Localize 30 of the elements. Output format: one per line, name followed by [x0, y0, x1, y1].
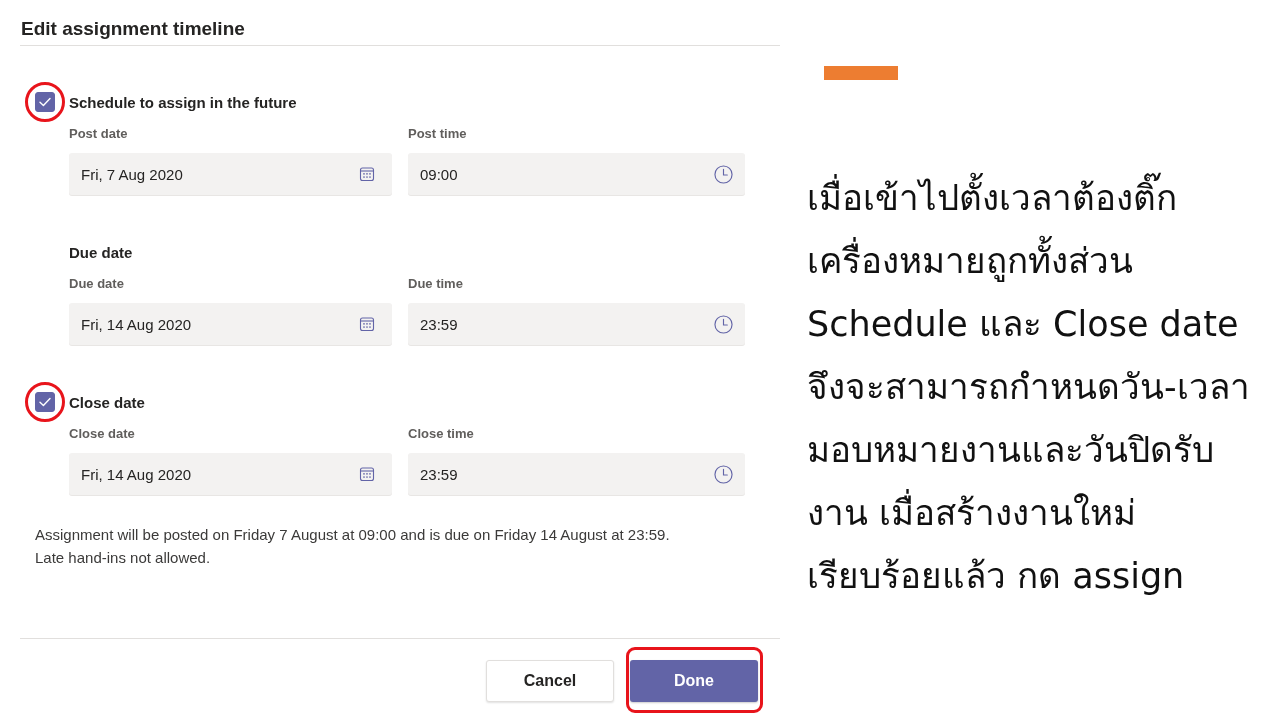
calendar-icon: [359, 316, 375, 332]
field-label: Close date: [69, 426, 135, 442]
field-label: Post time: [408, 126, 467, 142]
field-label: Post date: [69, 126, 128, 142]
field-label: Due date: [69, 276, 124, 292]
checkbox[interactable]: [35, 92, 55, 112]
checkbox-label: Schedule to assign in the future: [69, 93, 297, 111]
time-field[interactable]: 23:59: [408, 453, 745, 495]
button[interactable]: Cancel: [486, 660, 614, 702]
date-field[interactable]: Fri, 14 Aug 2020: [69, 453, 392, 495]
button[interactable]: Done: [630, 660, 758, 702]
date-field[interactable]: Fri, 14 Aug 2020: [69, 303, 392, 345]
date-field[interactable]: Fri, 7 Aug 2020: [69, 153, 392, 195]
calendar-icon: [359, 166, 375, 182]
checkbox-label: Close date: [69, 393, 145, 411]
field-label: Close time: [408, 426, 474, 442]
clock-icon: [714, 314, 733, 334]
dialog-title: Edit assignment timeline: [20, 17, 246, 41]
checkmark-icon: [39, 97, 51, 107]
section-heading: Due date: [69, 243, 133, 261]
checkbox[interactable]: [35, 392, 55, 412]
time-field[interactable]: 23:59: [408, 303, 745, 345]
clock-icon: [714, 164, 733, 184]
summary-text: Assignment will be posted on Friday 7 August at 09:00 and is due on Friday 14 August at 23:59. Late hand-ins not allowed.: [35, 525, 671, 568]
time-field[interactable]: 09:00: [408, 153, 745, 195]
checkmark-icon: [39, 397, 51, 407]
calendar-icon: [359, 466, 375, 482]
field-label: Due time: [408, 276, 463, 292]
clock-icon: [714, 464, 733, 484]
caption-text: เมื่อเข้าไปตั้งเวลาต้องติ๊ก เครื่องหมายถูกทั้งส่วน Schedule และ Close date จึงจะสามารถกำหนดวัน-เวลา มอบหมายงานและวันปิดรับ งาน เมื่อสร้างงานใหม่ เรียบร้อยแล้ว กด assign: [807, 167, 1280, 608]
